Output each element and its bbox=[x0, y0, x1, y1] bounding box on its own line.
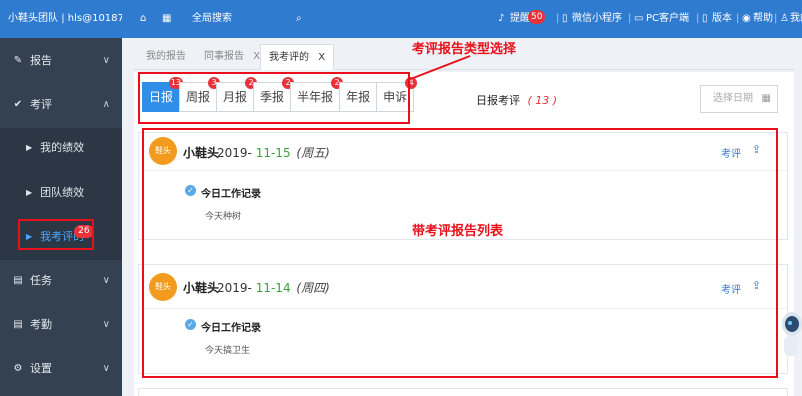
check-icon: ✔ bbox=[13, 98, 23, 110]
divider: | bbox=[696, 13, 700, 24]
sidebar-item-team-performance[interactable]: ▶ 团队绩效 bbox=[0, 178, 122, 206]
close-icon[interactable]: X bbox=[318, 52, 325, 63]
global-search-label[interactable]: 全局搜索 bbox=[192, 0, 232, 38]
monitor-icon: ▭ bbox=[634, 13, 644, 24]
pc-client-link[interactable]: PC客户端 bbox=[646, 0, 689, 38]
divider: | bbox=[736, 13, 740, 24]
sidebar-item-review[interactable]: ✔ 考评 ∧ bbox=[0, 88, 122, 120]
search-icon[interactable]: ⌕ bbox=[296, 0, 302, 38]
sidebar-item-label: 考勤 bbox=[30, 318, 52, 331]
chevron-down-icon: ∨ bbox=[102, 274, 110, 286]
date-placeholder: 选择日期 bbox=[713, 93, 753, 104]
sidebar-item-task[interactable]: ▤ 任务 ∨ bbox=[0, 264, 122, 296]
divider: | bbox=[628, 13, 632, 24]
list-title: 日报考评 ( 13 ) bbox=[476, 92, 557, 108]
help-link[interactable]: 帮助 bbox=[753, 0, 773, 38]
annotation-type-select: 考评报告类型选择 bbox=[412, 42, 517, 57]
tab-label: 我的报告 bbox=[146, 51, 186, 62]
wechat-miniprogram-link[interactable]: 微信小程序 bbox=[572, 0, 622, 38]
grid-icon[interactable]: ▦ bbox=[162, 0, 171, 38]
sidebar-item-label: 任务 bbox=[30, 274, 52, 287]
sidebar-item-label: 报告 bbox=[30, 54, 52, 67]
home-icon[interactable]: ⌂ bbox=[140, 0, 146, 38]
sidebar-item-attendance[interactable]: ▤ 考勤 ∨ bbox=[0, 308, 122, 340]
tab-my-reports[interactable]: 我的报告 bbox=[138, 44, 194, 70]
tab-my-reviews[interactable]: 我考评的 X bbox=[260, 44, 335, 70]
clipboard-icon: ▤ bbox=[13, 318, 23, 330]
remind-count-badge: 50 bbox=[528, 10, 546, 24]
list-title-text: 日报考评 bbox=[476, 94, 520, 107]
brand-bar: 小鞋头团队 | hls@10187 bbox=[0, 0, 122, 38]
tab-label: 同事报告 bbox=[204, 51, 244, 62]
team-name: 小鞋头团队 bbox=[8, 13, 58, 24]
help-icon: ◉ bbox=[742, 13, 751, 24]
version-link[interactable]: 版本 bbox=[712, 0, 732, 38]
divider: | bbox=[556, 13, 560, 24]
list-icon: ▤ bbox=[13, 274, 23, 286]
annotation-box-report-list bbox=[142, 128, 778, 378]
sidebar-item-report[interactable]: ✎ 报告 ∨ bbox=[0, 44, 122, 76]
phone-icon: ▯ bbox=[562, 13, 568, 24]
tab-label: 我考评的 bbox=[269, 52, 309, 63]
document-icon: ▯ bbox=[702, 13, 708, 24]
annotation-box-my-reviews bbox=[18, 219, 94, 250]
next-report-card bbox=[138, 388, 788, 396]
gear-icon: ⚙ bbox=[13, 362, 23, 374]
sidebar-item-label: 团队绩效 bbox=[40, 186, 85, 199]
chevron-down-icon: ∨ bbox=[102, 54, 110, 66]
caret-right-icon: ▶ bbox=[26, 187, 33, 197]
tab-colleague-reports[interactable]: 同事报告 X bbox=[196, 44, 268, 70]
date-picker[interactable]: 选择日期 ▦ bbox=[700, 85, 778, 113]
list-count: ( 13 ) bbox=[527, 94, 558, 107]
edit-icon: ✎ bbox=[13, 54, 23, 66]
remind-button[interactable]: 提醒 bbox=[510, 0, 530, 38]
caret-right-icon: ▶ bbox=[26, 142, 33, 152]
sidebar-item-settings[interactable]: ⚙ 设置 ∨ bbox=[0, 352, 122, 384]
chevron-down-icon: ∨ bbox=[102, 318, 110, 330]
user-icon: ♙ bbox=[780, 13, 789, 24]
sidebar: 小鞋头团队 | hls@10187 ✎ 报告 ∨ ✔ 考评 ∧ ▶ 我的绩效 ▶… bbox=[0, 0, 122, 396]
divider: | bbox=[774, 13, 778, 24]
sidebar-item-label: 考评 bbox=[30, 98, 52, 111]
chevron-up-icon: ∧ bbox=[102, 98, 110, 110]
sidebar-item-label: 设置 bbox=[30, 362, 52, 375]
sidebar-item-label: 我的绩效 bbox=[40, 141, 85, 154]
annotation-box-type-select bbox=[138, 72, 410, 124]
top-bar: ⌂ ▦ 全局搜索 ⌕ ♪ 提醒 50 | ▯ 微信小程序 | ▭ PC客户端 |… bbox=[122, 0, 802, 38]
sidebar-item-my-performance[interactable]: ▶ 我的绩效 bbox=[0, 133, 122, 161]
annotation-report-list: 带考评报告列表 bbox=[412, 224, 504, 239]
my-account-link[interactable]: 我的 bbox=[790, 0, 802, 38]
account-name: hls@10187 bbox=[67, 13, 122, 24]
bell-icon[interactable]: ♪ bbox=[498, 0, 504, 38]
chevron-down-icon: ∨ bbox=[102, 362, 110, 374]
calendar-icon: ▦ bbox=[761, 93, 771, 104]
assistant-robot-icon[interactable] bbox=[776, 302, 802, 362]
